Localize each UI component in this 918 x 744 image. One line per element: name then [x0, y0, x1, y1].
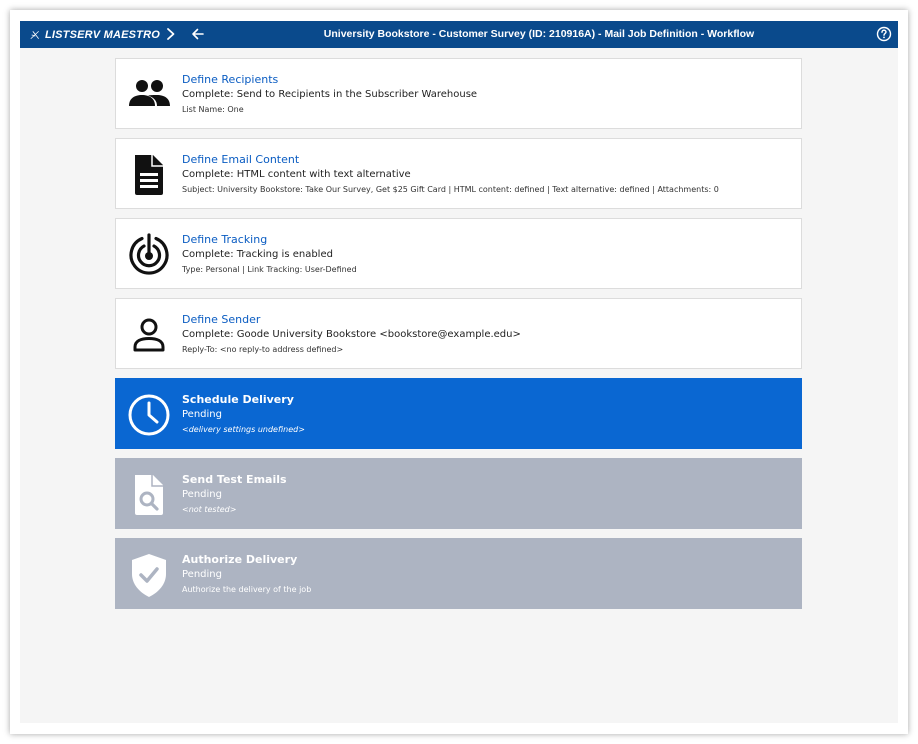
- clock-icon: [128, 394, 170, 436]
- step-detail: <delivery settings undefined>: [182, 425, 305, 434]
- step-detail: Reply-To: <no reply-to address defined>: [182, 345, 344, 354]
- brand-name: LISTSERV MAESTRO: [44, 28, 160, 41]
- chevron-right-icon[interactable]: [163, 26, 179, 42]
- page-title: University Bookstore - Customer Survey (…: [323, 28, 755, 40]
- step-define-tracking[interactable]: Define Tracking Complete: Tracking is en…: [115, 218, 802, 289]
- maestro-logo-icon: [30, 30, 39, 39]
- step-status: Complete: HTML content with text alterna…: [182, 169, 411, 180]
- step-status: Pending: [182, 409, 222, 420]
- person-icon: [133, 318, 165, 352]
- document-search-icon: [135, 475, 163, 515]
- step-title: Define Email Content: [182, 153, 300, 166]
- app-window: LISTSERV MAESTRO University Bookstore - …: [20, 21, 898, 723]
- step-status: Complete: Send to Recipients in the Subs…: [182, 89, 478, 100]
- step-title: Define Sender: [182, 313, 261, 326]
- step-schedule-delivery[interactable]: Schedule Delivery Pending <delivery sett…: [115, 378, 802, 449]
- people-icon: [129, 80, 170, 106]
- arrow-left-icon[interactable]: [190, 26, 206, 42]
- step-define-recipients[interactable]: Define Recipients Complete: Send to Reci…: [115, 58, 802, 129]
- step-status: Complete: Tracking is enabled: [182, 249, 333, 260]
- brand-logo[interactable]: LISTSERV MAESTRO: [20, 21, 160, 48]
- help-icon[interactable]: [876, 26, 892, 42]
- step-status: Pending: [182, 489, 222, 500]
- step-title: Define Recipients: [182, 73, 279, 86]
- step-detail: <not tested>: [182, 505, 237, 514]
- step-define-email-content[interactable]: Define Email Content Complete: HTML cont…: [115, 138, 802, 209]
- top-bar: LISTSERV MAESTRO University Bookstore - …: [20, 21, 898, 48]
- step-detail: Authorize the delivery of the job: [182, 585, 312, 594]
- step-title: Authorize Delivery: [182, 553, 298, 566]
- step-status: Complete: Goode University Bookstore <bo…: [182, 329, 521, 340]
- step-status: Pending: [182, 569, 222, 580]
- target-icon: [129, 233, 169, 275]
- step-title: Send Test Emails: [182, 473, 287, 486]
- shield-check-icon: [132, 554, 166, 597]
- step-title: Define Tracking: [182, 233, 268, 246]
- step-detail: List Name: One: [182, 105, 244, 114]
- step-title: Schedule Delivery: [182, 393, 294, 406]
- document-icon: [135, 155, 163, 195]
- step-send-test-emails: Send Test Emails Pending <not tested>: [115, 458, 802, 529]
- step-define-sender[interactable]: Define Sender Complete: Goode University…: [115, 298, 802, 369]
- step-detail: Subject: University Bookstore: Take Our …: [182, 185, 719, 194]
- step-authorize-delivery: Authorize Delivery Pending Authorize the…: [115, 538, 802, 609]
- step-detail: Type: Personal | Link Tracking: User-Def…: [182, 265, 357, 274]
